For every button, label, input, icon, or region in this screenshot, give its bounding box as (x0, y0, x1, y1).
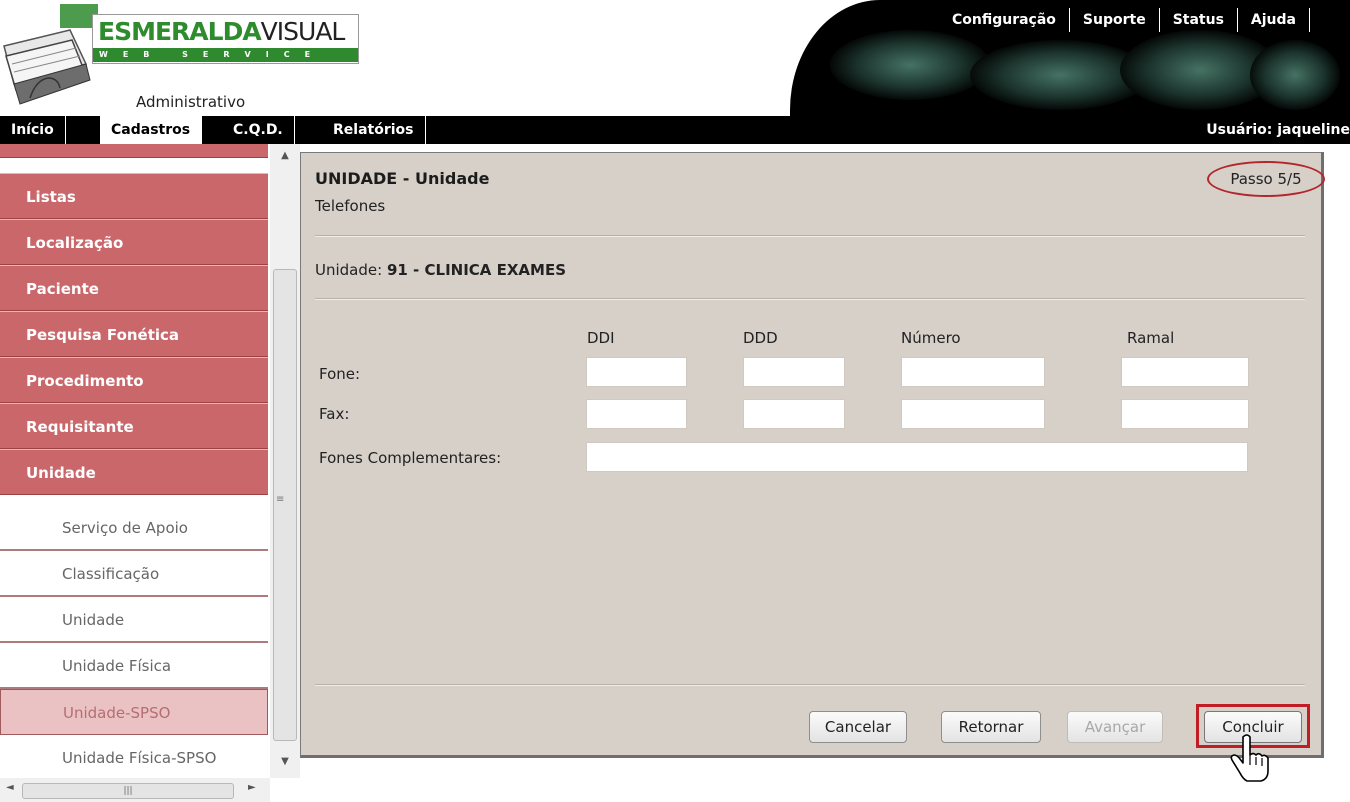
vertical-scroll-thumb[interactable] (273, 269, 297, 741)
horizontal-scroll-thumb[interactable]: ||| (22, 783, 234, 799)
sidebar-item-localizacao[interactable]: Localização (0, 219, 268, 265)
top-link-ajuda[interactable]: Ajuda (1238, 8, 1310, 32)
wizard-panel: UNIDADE - Unidade Telefones Passo 5/5 Un… (300, 152, 1325, 782)
top-link-suporte[interactable]: Suporte (1070, 8, 1160, 32)
scroll-right-arrow-icon[interactable]: ► (248, 782, 256, 793)
sidebar-item-procedimento[interactable]: Procedimento (0, 357, 268, 403)
unidade-value: 91 - CLINICA EXAMES (386, 261, 567, 279)
menu-item-cadastros[interactable]: Cadastros (100, 116, 203, 144)
fax-ddd-input[interactable] (743, 399, 845, 429)
column-header-ddi: DDI (587, 329, 615, 347)
sidebar-subitem-unidade-spso[interactable]: Unidade-SPSO (0, 689, 268, 735)
column-header-numero: Número (901, 329, 961, 347)
sidebar-subitem-servico-de-apoio[interactable]: Serviço de Apoio (0, 505, 268, 551)
fone-ramal-input[interactable] (1121, 357, 1249, 387)
top-link-status[interactable]: Status (1160, 8, 1238, 32)
brand-tagline: WEB SERVICE (93, 48, 358, 62)
cancel-button[interactable]: Cancelar (809, 711, 907, 743)
step-indicator: Passo 5/5 (1207, 161, 1325, 197)
sidebar-subitem-unidade-fisica[interactable]: Unidade Física (0, 643, 268, 689)
brand-name-part2: VISUAL (260, 17, 346, 46)
brand-name-part1: ESMERALDA (98, 17, 262, 46)
sidebar-menu: Estudo Listas Localização Paciente Pesqu… (0, 144, 268, 778)
sidebar-item-requisitante[interactable]: Requisitante (0, 403, 268, 449)
column-header-ramal: Ramal (1127, 329, 1175, 347)
sidebar-subitem-unidade-fisica-spso[interactable]: Unidade Física-SPSO (0, 735, 268, 778)
scroll-up-arrow-icon[interactable]: ▲ (270, 146, 300, 166)
unidade-info: Unidade: 91 - CLINICA EXAMES (315, 261, 566, 279)
filing-drawer-logo-icon (3, 4, 98, 105)
fax-label: Fax: (319, 405, 350, 423)
scroll-grip-icon: ≡ (276, 494, 285, 505)
fax-ddi-input[interactable] (586, 399, 687, 429)
fones-complementares-input[interactable] (586, 442, 1248, 472)
sidebar-item-paciente[interactable]: Paciente (0, 265, 268, 311)
page-title: UNIDADE - Unidade (315, 169, 490, 188)
brand-logo: ESMERALDAVISUAL WEB SERVICE (92, 14, 359, 64)
sidebar-item-pesquisa-fonetica[interactable]: Pesquisa Fonética (0, 311, 268, 357)
sidebar-vertical-scrollbar[interactable]: ▲ ≡ ▼ (270, 144, 300, 778)
fone-label: Fone: (319, 365, 361, 383)
sidebar-subitem-unidade[interactable]: Unidade (0, 597, 268, 643)
sidebar-item-estudo[interactable]: Estudo (0, 144, 268, 158)
menu-item-relatorios[interactable]: Relatórios (322, 116, 426, 144)
scroll-left-arrow-icon[interactable]: ◄ (6, 782, 14, 793)
divider (315, 684, 1305, 686)
top-link-configuracao[interactable]: Configuração (939, 8, 1070, 32)
user-label: Usuário: jaqueline (1206, 122, 1350, 138)
fone-ddi-input[interactable] (586, 357, 687, 387)
header-decorative-panel: Configuração Suporte Status Ajuda (790, 0, 1350, 116)
fax-numero-input[interactable] (901, 399, 1045, 429)
fones-complementares-label: Fones Complementares: (319, 449, 502, 467)
next-button: Avançar (1067, 711, 1163, 743)
app-header: ESMERALDAVISUAL WEB SERVICE Administrati… (0, 0, 1350, 116)
main-menu-bar: Início Cadastros C.Q.D. Relatórios Usuár… (0, 116, 1350, 144)
module-label: Administrativo (136, 93, 246, 111)
scroll-down-arrow-icon[interactable]: ▼ (270, 752, 300, 772)
fone-ddd-input[interactable] (743, 357, 845, 387)
menu-item-inicio[interactable]: Início (0, 116, 66, 144)
page-subtitle: Telefones (315, 197, 386, 215)
sidebar-item-unidade[interactable]: Unidade (0, 449, 268, 495)
sidebar-horizontal-scrollbar[interactable]: ◄ ||| ► (0, 778, 270, 802)
top-links: Configuração Suporte Status Ajuda (939, 8, 1310, 32)
fone-numero-input[interactable] (901, 357, 1045, 387)
fax-ramal-input[interactable] (1121, 399, 1249, 429)
column-header-ddd: DDD (743, 329, 778, 347)
unidade-label: Unidade: (315, 261, 383, 279)
sidebar-item-listas[interactable]: Listas (0, 173, 268, 219)
sidebar-subitem-classificacao[interactable]: Classificação (0, 551, 268, 597)
divider (315, 235, 1305, 237)
hand-pointer-cursor-icon (1230, 734, 1269, 782)
menu-item-cqd[interactable]: C.Q.D. (222, 116, 295, 144)
divider (315, 298, 1305, 300)
back-button[interactable]: Retornar (941, 711, 1041, 743)
